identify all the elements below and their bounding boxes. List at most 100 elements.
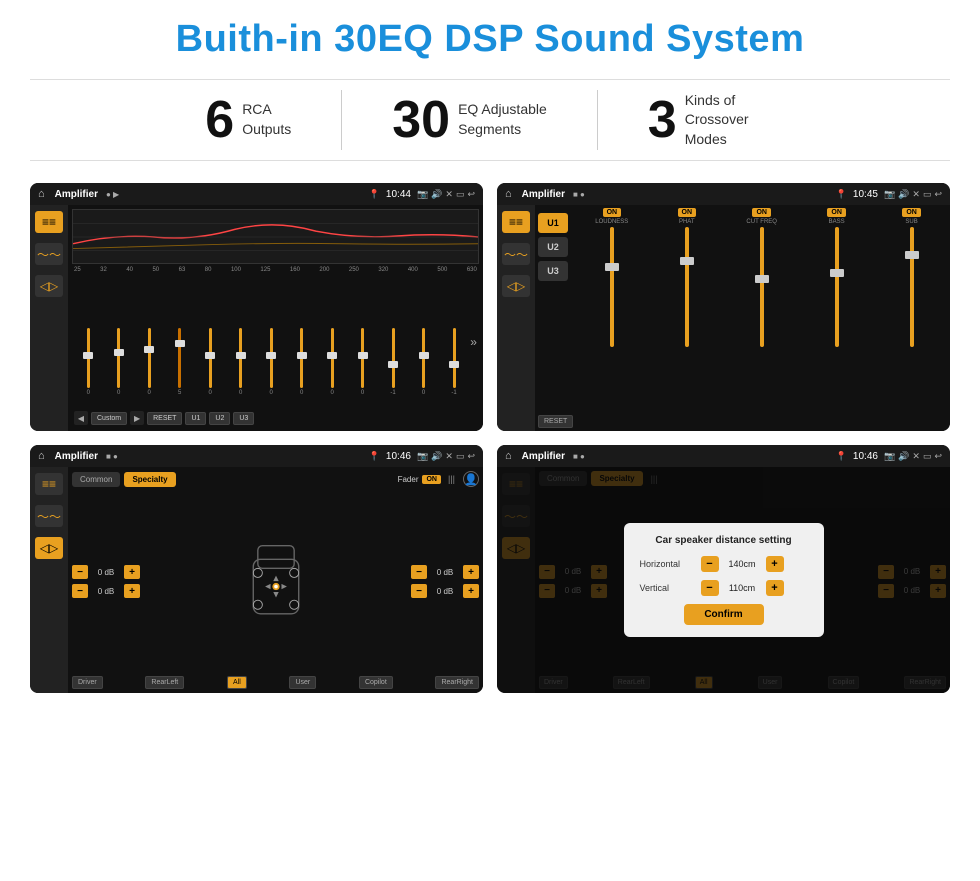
crossover-camera-icon: 📷 bbox=[884, 189, 895, 200]
dialog-x-icon: ✕ bbox=[912, 451, 920, 462]
eq-slider-8[interactable]: 0 bbox=[287, 328, 315, 408]
fader-label: Fader bbox=[398, 475, 419, 484]
dialog-status-bar: ⌂ Amplifier ■ ● 📍 10:46 📷 🔊 ✕ ▭ ↩ bbox=[497, 445, 950, 467]
common-tab[interactable]: Common bbox=[72, 472, 120, 487]
eq-slider-5[interactable]: 0 bbox=[196, 328, 224, 408]
eq-panel-icon-2[interactable]: 〜〜 bbox=[35, 243, 63, 265]
eq-slider-7[interactable]: 0 bbox=[257, 328, 285, 408]
zone-copilot-btn[interactable]: Copilot bbox=[359, 676, 393, 689]
eq-slider-13[interactable]: -1 bbox=[440, 328, 468, 408]
zone-driver-btn[interactable]: Driver bbox=[72, 676, 103, 689]
db-minus-1[interactable]: − bbox=[72, 565, 88, 579]
vertical-label: Vertical bbox=[640, 583, 695, 593]
horizontal-minus-btn[interactable]: − bbox=[701, 556, 719, 572]
stat-crossover: 3 Kinds of Crossover Modes bbox=[598, 91, 825, 150]
zone-rearright-btn[interactable]: RearRight bbox=[435, 676, 479, 689]
eq-slider-9[interactable]: 0 bbox=[318, 328, 346, 408]
eq-panel-icon-3[interactable]: ◁▷ bbox=[35, 275, 63, 297]
eq-prev-btn[interactable]: ◀ bbox=[74, 411, 88, 425]
crossover-panel-icon-2[interactable]: 〜〜 bbox=[502, 243, 530, 265]
db-minus-2[interactable]: − bbox=[72, 584, 88, 598]
dialog-location-icon: 📍 bbox=[836, 451, 847, 462]
phat-slider[interactable] bbox=[685, 227, 689, 347]
crossover-panel-icon-1[interactable]: ≡≡ bbox=[502, 211, 530, 233]
db-value-3: 0 dB bbox=[431, 568, 459, 577]
fader-panel-icon-1[interactable]: ≡≡ bbox=[35, 473, 63, 495]
sub-slider[interactable] bbox=[910, 227, 914, 347]
eq-reset-btn[interactable]: RESET bbox=[147, 412, 182, 425]
eq-custom-btn[interactable]: Custom bbox=[91, 412, 127, 425]
db-plus-2[interactable]: + bbox=[124, 584, 140, 598]
zone-user-btn[interactable]: User bbox=[289, 676, 316, 689]
crossover-status-icons: 📷 🔊 ✕ ▭ ↩ bbox=[884, 189, 942, 200]
bass-slider[interactable] bbox=[835, 227, 839, 347]
home-icon[interactable]: ⌂ bbox=[38, 188, 45, 200]
db-minus-3[interactable]: − bbox=[411, 565, 427, 579]
eq-time: 10:44 bbox=[386, 189, 411, 200]
stat-desc-eq: EQ Adjustable Segments bbox=[458, 100, 547, 139]
db-plus-3[interactable]: + bbox=[463, 565, 479, 579]
fader-panel-icon-2[interactable]: 〜〜 bbox=[35, 505, 63, 527]
loudness-slider[interactable] bbox=[610, 227, 614, 347]
eq-u3-btn[interactable]: U3 bbox=[233, 412, 254, 425]
volume-icon: 🔊 bbox=[431, 189, 442, 200]
crossover-panel-icon-3[interactable]: ◁▷ bbox=[502, 275, 530, 297]
confirm-button[interactable]: Confirm bbox=[684, 604, 764, 625]
fader-panel-icon-3[interactable]: ◁▷ bbox=[35, 537, 63, 559]
eq-slider-1[interactable]: 0 bbox=[74, 328, 102, 408]
horizontal-plus-btn[interactable]: + bbox=[766, 556, 784, 572]
location-icon: 📍 bbox=[369, 189, 380, 200]
eq-slider-3[interactable]: 0 bbox=[135, 328, 163, 408]
fader-on-badge: ON bbox=[422, 475, 441, 484]
u3-select-btn[interactable]: U3 bbox=[538, 261, 568, 281]
eq-slider-6[interactable]: 0 bbox=[226, 328, 254, 408]
eq-panel-icon-1[interactable]: ≡≡ bbox=[35, 211, 63, 233]
u2-select-btn[interactable]: U2 bbox=[538, 237, 568, 257]
crossover-x-icon: ✕ bbox=[912, 189, 920, 200]
crossover-screen-card: ⌂ Amplifier ■ ● 📍 10:45 📷 🔊 ✕ ▭ ↩ ≡≡ 〜〜 bbox=[497, 183, 950, 431]
eq-status-bar: ⌂ Amplifier ● ▶ 📍 10:44 📷 🔊 ✕ ▭ ↩ bbox=[30, 183, 483, 205]
cutfreq-slider[interactable] bbox=[760, 227, 764, 347]
db-plus-1[interactable]: + bbox=[124, 565, 140, 579]
fader-status-bar: ⌂ Amplifier ■ ● 📍 10:46 📷 🔊 ✕ ▭ ↩ bbox=[30, 445, 483, 467]
zone-rearleft-btn[interactable]: RearLeft bbox=[145, 676, 184, 689]
stat-number-rca: 6 bbox=[205, 94, 234, 146]
eq-slider-12[interactable]: 0 bbox=[409, 328, 437, 408]
eq-next-btn[interactable]: ▶ bbox=[130, 411, 144, 425]
zone-all-btn[interactable]: All bbox=[227, 676, 247, 689]
crossover-reset-btn[interactable]: RESET bbox=[538, 415, 573, 428]
fader-volume-icon: 🔊 bbox=[431, 451, 442, 462]
fader-bottom-row: Driver RearLeft All User Copilot RearRig… bbox=[72, 676, 479, 689]
fader-home-icon[interactable]: ⌂ bbox=[38, 450, 45, 462]
cv-phat: ON PHAT bbox=[651, 208, 722, 428]
dialog-camera-icon: 📷 bbox=[884, 451, 895, 462]
dialog-status-icons: 📷 🔊 ✕ ▭ ↩ bbox=[884, 451, 942, 462]
crossover-home-icon[interactable]: ⌂ bbox=[505, 188, 512, 200]
eq-slider-11[interactable]: -1 bbox=[379, 328, 407, 408]
vertical-plus-btn[interactable]: + bbox=[766, 580, 784, 596]
crossover-back-icon: ↩ bbox=[934, 189, 942, 200]
db-row-3: − 0 dB + bbox=[411, 565, 479, 579]
db-minus-4[interactable]: − bbox=[411, 584, 427, 598]
eq-slider-2[interactable]: 0 bbox=[104, 328, 132, 408]
dialog-home-icon[interactable]: ⌂ bbox=[505, 450, 512, 462]
eq-slider-4[interactable]: 5 bbox=[165, 328, 193, 408]
fader-screen-content: ≡≡ 〜〜 ◁▷ Common Specialty Fader ON ||| 👤 bbox=[30, 467, 483, 693]
specialty-tab[interactable]: Specialty bbox=[124, 472, 175, 487]
fader-dots: ■ ● bbox=[106, 452, 118, 461]
fader-battery-icon: ▭ bbox=[456, 451, 465, 462]
eq-slider-10[interactable]: 0 bbox=[348, 328, 376, 408]
fader-camera-icon: 📷 bbox=[417, 451, 428, 462]
crossover-volume-icon: 🔊 bbox=[898, 189, 909, 200]
db-plus-4[interactable]: + bbox=[463, 584, 479, 598]
crossover-main-area: U1 U2 U3 RESET ON LOUDNESS bbox=[535, 205, 950, 431]
vertical-minus-btn[interactable]: − bbox=[701, 580, 719, 596]
u1-select-btn[interactable]: U1 bbox=[538, 213, 568, 233]
sub-label: SUB bbox=[905, 219, 917, 225]
eq-u1-btn[interactable]: U1 bbox=[185, 412, 206, 425]
crossover-battery-icon: ▭ bbox=[923, 189, 932, 200]
back-icon: ↩ bbox=[467, 189, 475, 200]
eq-u2-btn[interactable]: U2 bbox=[209, 412, 230, 425]
stat-number-crossover: 3 bbox=[648, 94, 677, 146]
crossover-screen-content: ≡≡ 〜〜 ◁▷ U1 U2 U3 RESET ON bbox=[497, 205, 950, 431]
